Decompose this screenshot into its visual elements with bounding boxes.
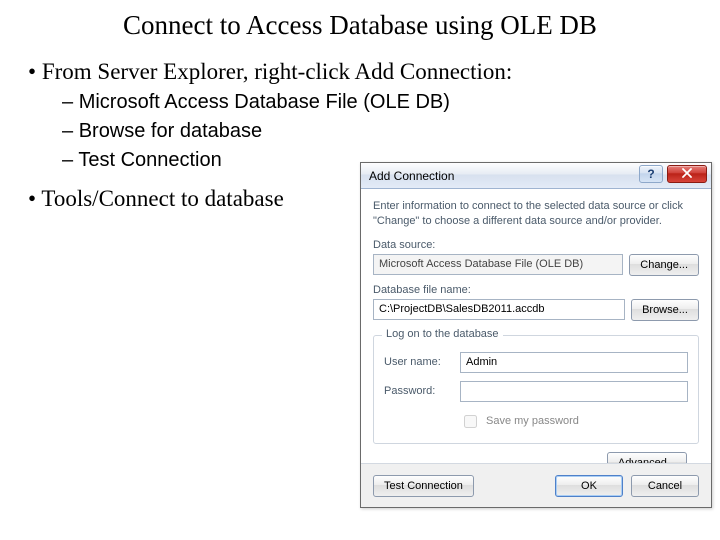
ok-button[interactable]: OK: [555, 475, 623, 497]
filename-label: Database file name:: [373, 284, 699, 296]
help-icon: ?: [647, 167, 654, 181]
sub-item: Browse for database: [62, 120, 720, 143]
save-password-checkbox[interactable]: [464, 415, 477, 428]
username-field[interactable]: [460, 352, 688, 373]
titlebar: Add Connection ?: [361, 163, 711, 189]
bullet-item: From Server Explorer, right-click Add Co…: [28, 59, 720, 85]
close-icon: [682, 167, 692, 181]
logon-legend: Log on to the database: [382, 328, 503, 340]
instruction-text: Enter information to connect to the sele…: [373, 199, 699, 229]
browse-button[interactable]: Browse...: [631, 299, 699, 321]
sub-item: Microsoft Access Database File (OLE DB): [62, 91, 720, 114]
dialog-footer: Test Connection OK Cancel: [361, 463, 711, 507]
dialog-title: Add Connection: [369, 169, 454, 183]
sub-list: Microsoft Access Database File (OLE DB) …: [62, 91, 720, 172]
password-label: Password:: [384, 385, 452, 397]
add-connection-dialog: Add Connection ? Enter information to co…: [360, 162, 712, 508]
filename-field[interactable]: [373, 299, 625, 320]
datasource-field: [373, 254, 623, 275]
change-button[interactable]: Change...: [629, 254, 699, 276]
save-password-label: Save my password: [486, 415, 579, 427]
dialog-body: Enter information to connect to the sele…: [361, 189, 711, 474]
close-button[interactable]: [667, 165, 707, 183]
logon-groupbox: Log on to the database User name: Passwo…: [373, 335, 699, 444]
help-button[interactable]: ?: [639, 165, 663, 183]
datasource-label: Data source:: [373, 239, 699, 251]
password-field[interactable]: [460, 381, 688, 402]
test-connection-button[interactable]: Test Connection: [373, 475, 474, 497]
slide-title: Connect to Access Database using OLE DB: [0, 0, 720, 41]
username-label: User name:: [384, 356, 452, 368]
cancel-button[interactable]: Cancel: [631, 475, 699, 497]
